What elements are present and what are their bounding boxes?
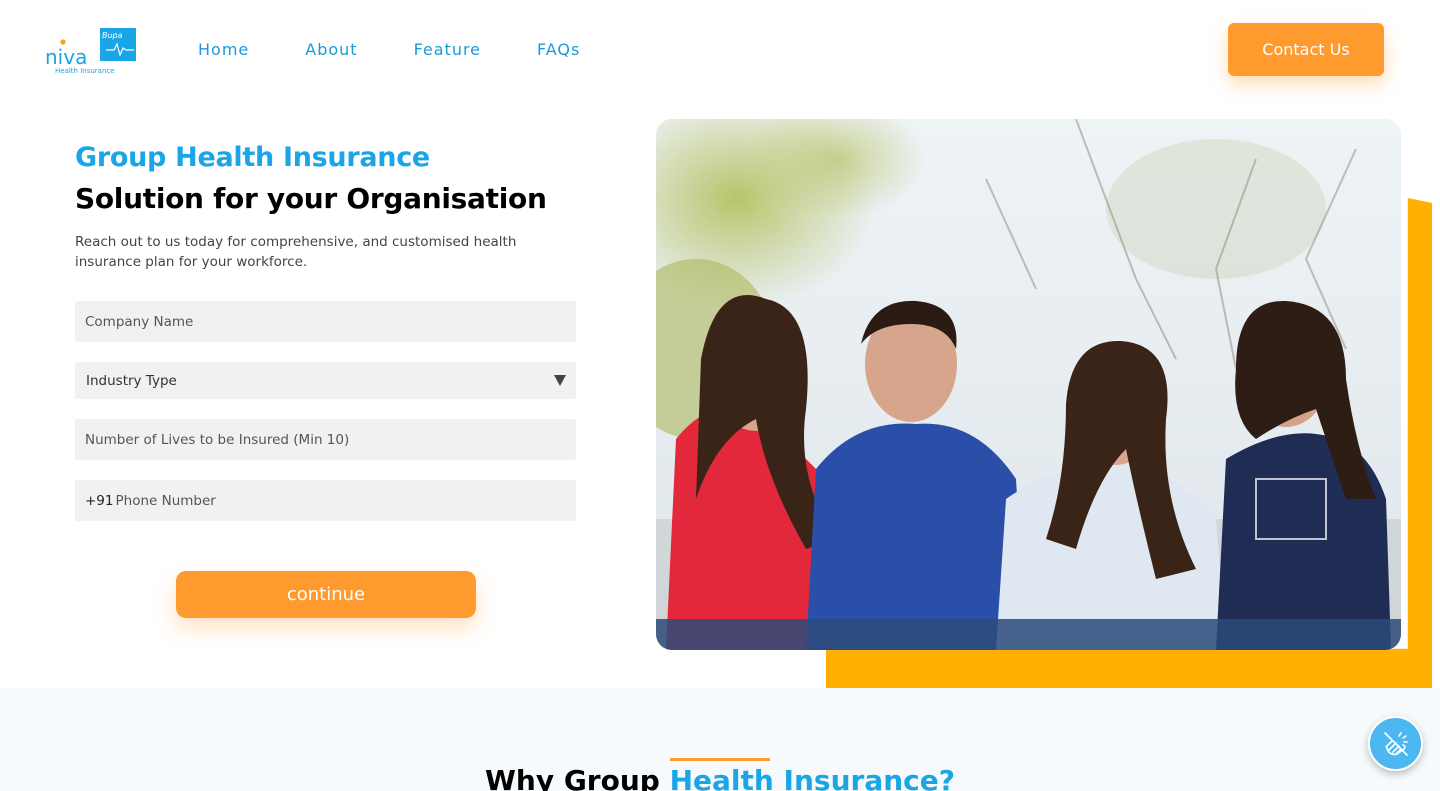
svg-text:niva: niva <box>45 45 87 69</box>
hero-title-highlight: Group Health Insurance <box>75 142 430 173</box>
hero-title: Solution for your Organisation <box>75 182 547 215</box>
company-name-field <box>75 301 576 342</box>
niva-bupa-logo[interactable]: Bupa niva Health Insurance <box>44 26 138 76</box>
section-divider <box>670 758 770 761</box>
lives-field <box>75 419 576 460</box>
why-title-highlight: Health Insurance? <box>669 764 955 791</box>
hero-description: Reach out to us today for comprehensive,… <box>75 234 517 270</box>
svg-text:Bupa: Bupa <box>102 31 123 40</box>
nav-feature[interactable]: Feature <box>414 38 481 62</box>
hero-photo <box>656 119 1401 650</box>
phone-field: +91 <box>75 480 576 521</box>
lives-input[interactable] <box>85 419 576 460</box>
nav-faqs[interactable]: FAQs <box>537 38 580 62</box>
why-title-prefix: Why Group <box>485 764 670 791</box>
industry-type-value: Industry Type <box>86 372 177 389</box>
phone-input[interactable] <box>115 480 576 521</box>
site-header: Bupa niva Health Insurance Home About Fe… <box>0 0 1440 100</box>
nav-home[interactable]: Home <box>198 38 249 62</box>
main-nav: Home About Feature FAQs <box>198 38 636 62</box>
contact-us-button[interactable]: Contact Us <box>1228 23 1384 76</box>
why-title: Why Group Health Insurance? <box>0 764 1440 791</box>
nav-about[interactable]: About <box>305 38 357 62</box>
phone-prefix: +91 <box>85 492 114 509</box>
chevron-down-icon <box>554 375 566 386</box>
industry-type-select[interactable]: Industry Type <box>75 362 576 399</box>
company-name-input[interactable] <box>85 301 576 342</box>
svg-text:Health Insurance: Health Insurance <box>55 67 115 75</box>
accessibility-hand-icon <box>1383 731 1408 756</box>
continue-button[interactable]: continue <box>176 571 476 618</box>
accessibility-button[interactable] <box>1368 716 1423 771</box>
